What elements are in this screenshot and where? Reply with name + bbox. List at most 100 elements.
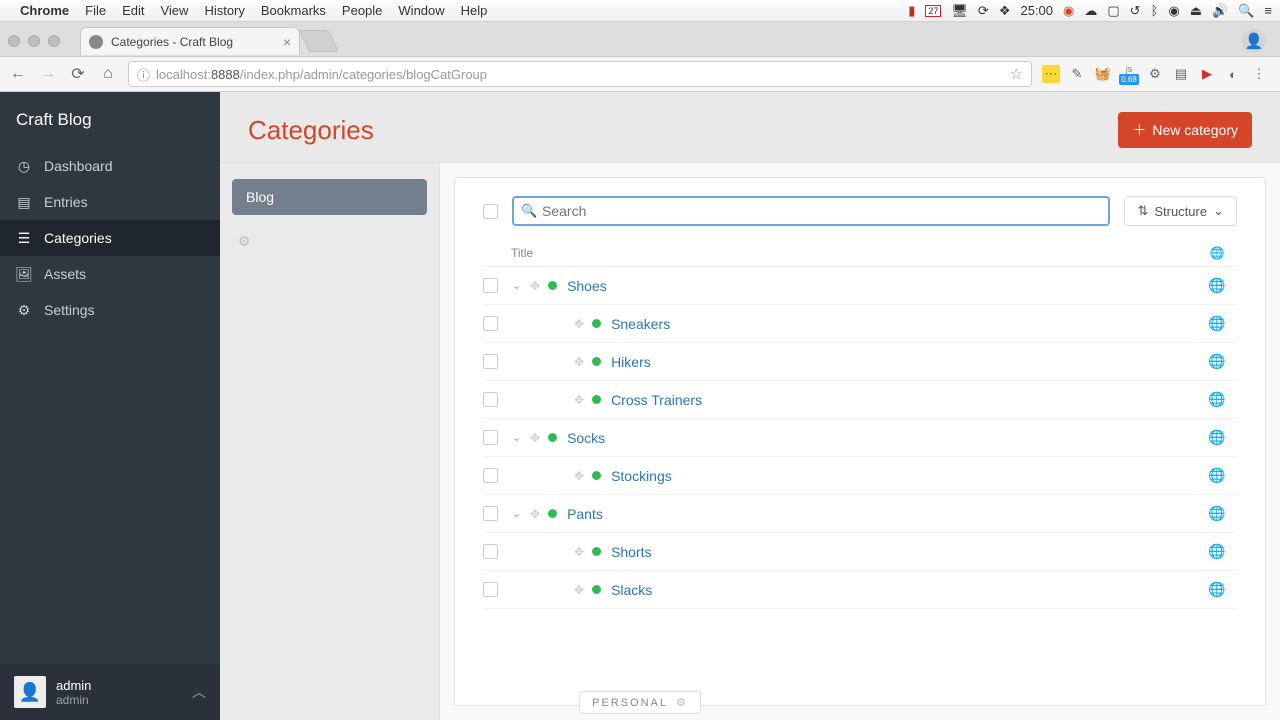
profile-avatar-icon[interactable]: 👤 bbox=[1242, 29, 1266, 53]
category-title-link[interactable]: Sneakers bbox=[611, 316, 1197, 332]
new-tab-button[interactable] bbox=[299, 30, 339, 52]
globe-icon[interactable]: 🌐 bbox=[1197, 505, 1237, 522]
new-category-button[interactable]: ＋ New category bbox=[1118, 112, 1252, 148]
airplay-icon[interactable]: ▢ bbox=[1107, 3, 1119, 19]
drag-handle-icon[interactable]: ✥ bbox=[574, 583, 584, 597]
drag-handle-icon[interactable]: ✥ bbox=[574, 317, 584, 331]
row-checkbox[interactable] bbox=[483, 430, 498, 445]
spotlight-icon[interactable]: 🔍 bbox=[1238, 3, 1254, 19]
site-info-icon[interactable]: ⓘ bbox=[137, 65, 150, 84]
sidebar-item-dashboard[interactable]: ◷ Dashboard bbox=[0, 148, 220, 184]
row-checkbox[interactable] bbox=[483, 582, 498, 597]
sidebar-item-assets[interactable]: 🖼 Assets bbox=[0, 256, 220, 292]
tomato-icon[interactable]: ◉ bbox=[1063, 3, 1074, 19]
drag-handle-icon[interactable]: ✥ bbox=[574, 545, 584, 559]
extension-1-icon[interactable]: ⋯ bbox=[1042, 65, 1060, 83]
timer-text[interactable]: 25:00 bbox=[1020, 3, 1053, 18]
drag-handle-icon[interactable]: ✥ bbox=[574, 355, 584, 369]
wifi-icon[interactable]: ◉ bbox=[1168, 3, 1179, 19]
row-checkbox[interactable] bbox=[483, 278, 498, 293]
category-title-link[interactable]: Pants bbox=[567, 506, 1197, 522]
dropbox-icon[interactable]: ❖ bbox=[999, 3, 1011, 19]
drag-handle-icon[interactable]: ✥ bbox=[574, 469, 584, 483]
tab-close-icon[interactable]: × bbox=[283, 34, 291, 50]
chrome-menu-icon[interactable]: ⋮ bbox=[1250, 65, 1268, 83]
window-minimize-button[interactable] bbox=[28, 35, 40, 47]
menu-help[interactable]: Help bbox=[461, 3, 488, 18]
site-name[interactable]: Craft Blog bbox=[0, 92, 220, 148]
menu-people[interactable]: People bbox=[342, 3, 382, 18]
extension-3-icon[interactable]: 🧺 bbox=[1094, 65, 1112, 83]
group-item-blog[interactable]: Blog bbox=[232, 179, 427, 215]
bookmark-star-icon[interactable]: ☆ bbox=[1010, 65, 1023, 83]
sidebar-item-entries[interactable]: ▤ Entries bbox=[0, 184, 220, 220]
drag-handle-icon[interactable]: ✥ bbox=[530, 279, 540, 293]
globe-icon[interactable]: 🌐 bbox=[1197, 543, 1237, 560]
globe-icon[interactable]: 🌐 bbox=[1197, 429, 1237, 446]
display-icon[interactable]: 🖥 bbox=[951, 3, 968, 19]
globe-icon[interactable]: 🌐 bbox=[1197, 467, 1237, 484]
col-title-header[interactable]: Title bbox=[511, 246, 1197, 260]
menu-history[interactable]: History bbox=[204, 3, 244, 18]
category-title-link[interactable]: Shoes bbox=[567, 278, 1197, 294]
category-title-link[interactable]: Slacks bbox=[611, 582, 1197, 598]
sidebar-item-settings[interactable]: ⚙ Settings bbox=[0, 292, 220, 328]
home-button[interactable]: ⌂ bbox=[98, 65, 118, 83]
category-title-link[interactable]: Socks bbox=[567, 430, 1197, 446]
globe-icon[interactable]: 🌐 bbox=[1197, 391, 1237, 408]
row-checkbox[interactable] bbox=[483, 506, 498, 521]
sync-icon[interactable]: ⟳ bbox=[978, 3, 989, 19]
row-checkbox[interactable] bbox=[483, 468, 498, 483]
expand-toggle-icon[interactable]: ⌄ bbox=[512, 279, 526, 292]
globe-icon[interactable]: 🌐 bbox=[1197, 353, 1237, 370]
row-checkbox[interactable] bbox=[483, 316, 498, 331]
sidebar-item-categories[interactable]: ☰ Categories bbox=[0, 220, 220, 256]
category-title-link[interactable]: Stockings bbox=[611, 468, 1197, 484]
reload-button[interactable]: ⟳ bbox=[68, 64, 88, 84]
extension-7-icon[interactable]: ◐ bbox=[1224, 65, 1242, 83]
colorpicker-icon[interactable]: ✎ bbox=[1068, 65, 1086, 83]
globe-icon[interactable]: 🌐 bbox=[1197, 277, 1237, 294]
row-checkbox[interactable] bbox=[483, 392, 498, 407]
globe-icon[interactable]: 🌐 bbox=[1197, 581, 1237, 598]
calendar-icon[interactable]: 27 bbox=[925, 5, 941, 17]
row-checkbox[interactable] bbox=[483, 354, 498, 369]
extension-6-icon[interactable]: ▶ bbox=[1198, 65, 1216, 83]
select-all-checkbox[interactable] bbox=[483, 204, 498, 219]
expand-toggle-icon[interactable]: ⌄ bbox=[512, 431, 526, 444]
drag-handle-icon[interactable]: ✥ bbox=[530, 431, 540, 445]
chevron-up-icon[interactable]: ︿ bbox=[192, 682, 206, 702]
settings-gear-icon[interactable]: ⚙ bbox=[1146, 65, 1164, 83]
personal-tag[interactable]: PERSONAL ⚙ bbox=[579, 691, 701, 714]
window-zoom-button[interactable] bbox=[48, 35, 60, 47]
sidebar-user[interactable]: 👤 admin admin ︿ bbox=[0, 664, 220, 720]
back-button[interactable]: ← bbox=[8, 65, 28, 83]
expand-toggle-icon[interactable]: ⌄ bbox=[512, 507, 526, 520]
extension-js-icon[interactable]: js 0.68 bbox=[1120, 65, 1138, 83]
screenrec-icon[interactable]: ▮ bbox=[908, 3, 915, 19]
browser-tab[interactable]: Categories - Craft Blog × bbox=[80, 27, 300, 55]
category-title-link[interactable]: Shorts bbox=[611, 544, 1197, 560]
address-bar[interactable]: ⓘ localhost:8888/index.php/admin/categor… bbox=[128, 61, 1032, 87]
category-title-link[interactable]: Hikers bbox=[611, 354, 1197, 370]
menu-edit[interactable]: Edit bbox=[122, 3, 144, 18]
menu-view[interactable]: View bbox=[160, 3, 188, 18]
globe-icon[interactable]: 🌐 bbox=[1197, 315, 1237, 332]
window-close-button[interactable] bbox=[8, 35, 20, 47]
notifications-icon[interactable]: ≡ bbox=[1264, 3, 1272, 18]
search-input[interactable] bbox=[512, 196, 1110, 226]
timemachine-icon[interactable]: ↺ bbox=[1130, 3, 1141, 19]
menu-file[interactable]: File bbox=[85, 3, 106, 18]
category-title-link[interactable]: Cross Trainers bbox=[611, 392, 1197, 408]
sort-button[interactable]: ⇅ Structure ⌄ bbox=[1124, 196, 1237, 226]
menu-app[interactable]: Chrome bbox=[20, 3, 69, 18]
gear-icon[interactable]: ⚙ bbox=[676, 696, 688, 709]
group-settings-icon[interactable]: ⚙ bbox=[232, 233, 427, 250]
drag-handle-icon[interactable]: ✥ bbox=[530, 507, 540, 521]
forward-button[interactable]: → bbox=[38, 65, 58, 83]
extension-5-icon[interactable]: ▤ bbox=[1172, 65, 1190, 83]
menu-window[interactable]: Window bbox=[398, 3, 444, 18]
row-checkbox[interactable] bbox=[483, 544, 498, 559]
eject-icon[interactable]: ⏏ bbox=[1190, 3, 1202, 19]
cloud-icon[interactable]: ☁ bbox=[1084, 3, 1097, 19]
